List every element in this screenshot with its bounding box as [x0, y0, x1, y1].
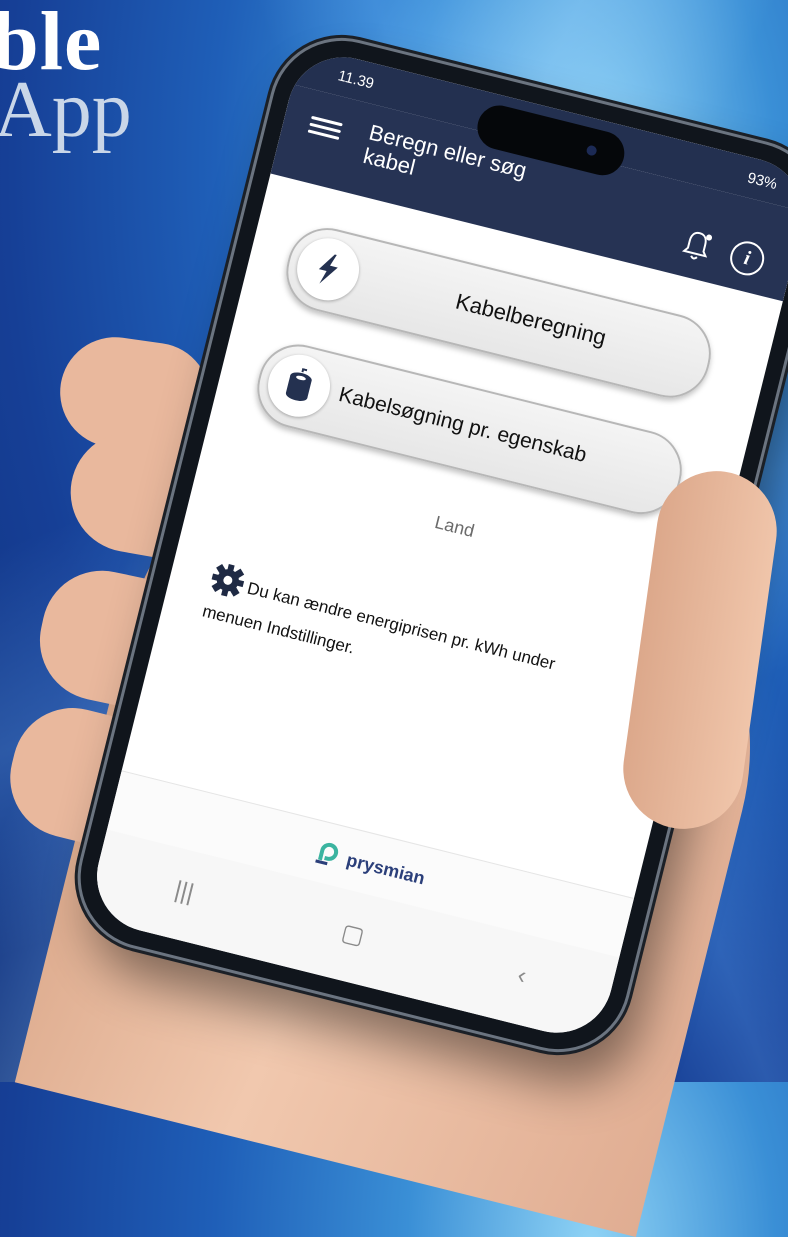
kabelberegning-label: Kabelberegning	[453, 288, 609, 351]
kabelsoegning-label: Kabelsøgning pr. egenskab	[336, 383, 589, 467]
settings-tip: Du kan ændre energiprisen pr. kWh under …	[200, 560, 623, 725]
brand-title-bottom: App	[0, 66, 132, 154]
lightning-bolt-icon	[290, 231, 366, 307]
prysmian-logo-text: prysmian	[344, 849, 427, 889]
home-icon[interactable]: ▢	[330, 916, 376, 955]
bell-icon[interactable]	[678, 226, 715, 266]
cable-reel-icon	[261, 348, 337, 424]
settings-tip-text: Du kan ændre energiprisen pr. kWh under …	[200, 578, 558, 674]
back-icon[interactable]: ‹	[499, 958, 545, 997]
status-battery: 93%	[745, 169, 779, 194]
gear-icon	[206, 560, 249, 608]
hamburger-menu-icon[interactable]	[306, 112, 343, 145]
recent-apps-icon[interactable]: |||	[161, 874, 207, 913]
status-time: 11.39	[336, 67, 376, 93]
prysmian-logo-icon	[312, 837, 345, 873]
brand-title: ble App	[0, 0, 132, 150]
info-icon[interactable]: i	[726, 237, 768, 279]
camera-icon	[585, 144, 598, 157]
